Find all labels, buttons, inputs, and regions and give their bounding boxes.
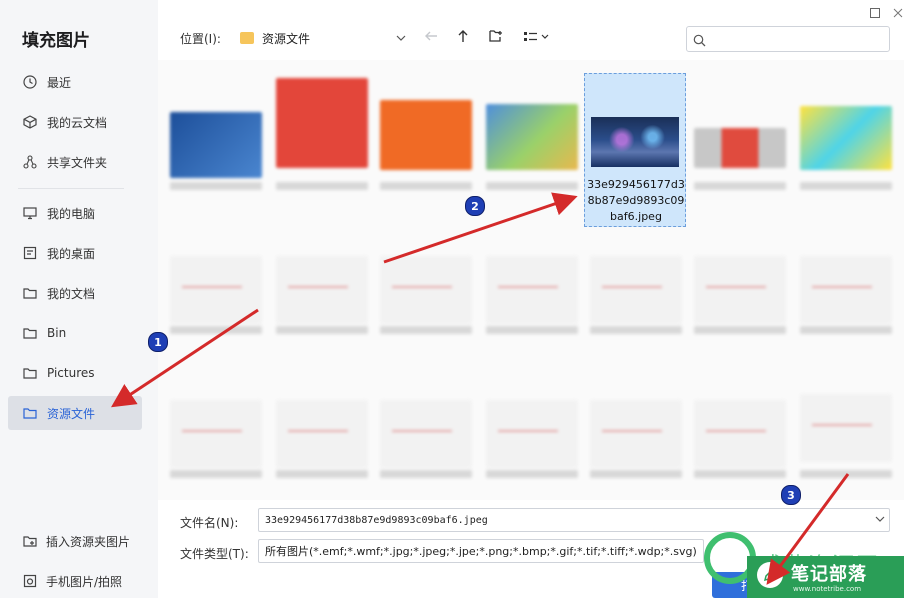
step-badge-2: 2 bbox=[465, 196, 485, 216]
step-badge-1: 1 bbox=[148, 332, 168, 352]
tutorial-arrows bbox=[110, 192, 850, 585]
arrow-1 bbox=[110, 308, 259, 408]
step-badge-3: 3 bbox=[781, 485, 801, 505]
